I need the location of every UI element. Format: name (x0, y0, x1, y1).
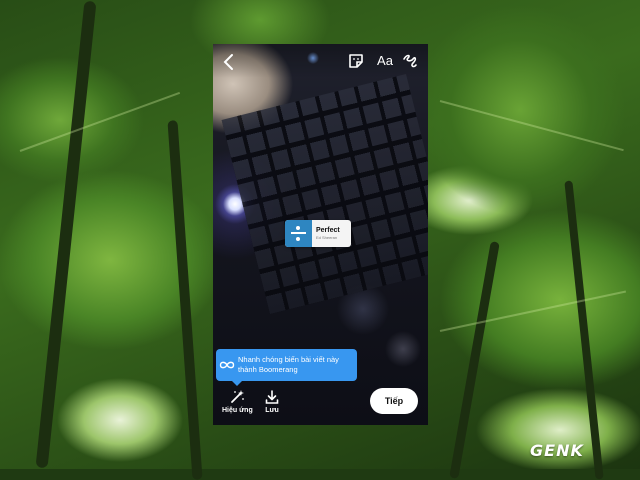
divide-dot (296, 237, 300, 241)
instagram-story-editor: Aa Perfect Ed Sheeran Nhanh chóng biến b… (213, 44, 428, 425)
magic-wand-icon (231, 390, 245, 403)
back-button[interactable] (221, 52, 237, 72)
next-button[interactable]: Tiếp (370, 388, 418, 414)
tooltip-text: Nhanh chóng biến bài viết này thành Boom… (238, 355, 339, 374)
divide-dot (296, 226, 300, 230)
download-icon (265, 390, 279, 404)
song-info: Perfect Ed Sheeran (312, 227, 340, 240)
effects-label: Hiệu ứng (222, 407, 253, 414)
draw-button[interactable] (401, 52, 419, 70)
editor-top-bar: Aa (213, 44, 428, 78)
effects-button[interactable]: Hiệu ứng (222, 389, 253, 414)
album-art (285, 220, 312, 247)
genk-watermark: GENK (530, 441, 584, 460)
boomerang-tooltip[interactable]: Nhanh chóng biến bài viết này thành Boom… (216, 349, 357, 386)
squiggle-draw-icon (403, 54, 417, 68)
sticker-icon (349, 54, 363, 68)
song-title: Perfect (316, 227, 340, 234)
divide-bar (291, 232, 306, 234)
text-tool-button[interactable]: Aa (375, 52, 395, 70)
save-button[interactable]: Lưu (264, 389, 280, 414)
song-artist: Ed Sheeran (316, 235, 338, 240)
music-sticker[interactable]: Perfect Ed Sheeran (285, 220, 351, 247)
sticker-button[interactable] (347, 52, 365, 70)
save-label: Lưu (265, 407, 279, 414)
tooltip-arrow (232, 381, 242, 386)
infinity-icon (216, 360, 238, 370)
chevron-left-icon (223, 54, 233, 70)
